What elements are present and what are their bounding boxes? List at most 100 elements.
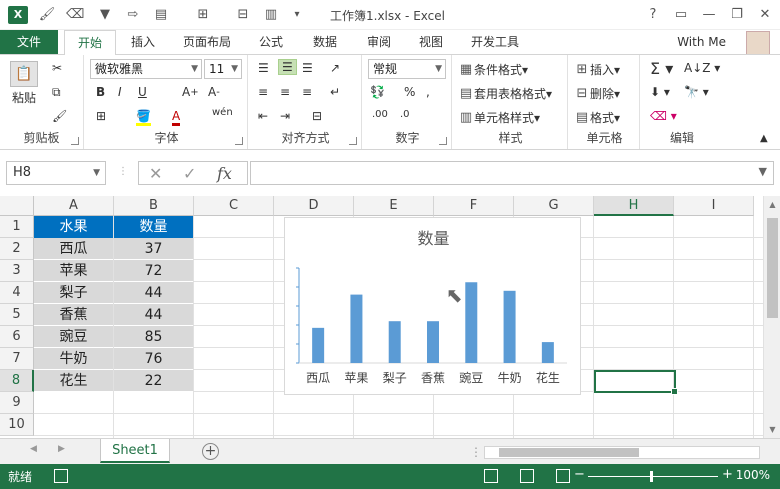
align-middle-icon[interactable]: ☰ xyxy=(278,59,297,75)
eraser-icon[interactable]: ⌫ xyxy=(66,6,84,24)
add-sheet-button[interactable]: + xyxy=(202,443,219,460)
copy-icon[interactable]: ⧉ xyxy=(52,85,61,100)
table-cell[interactable]: 西瓜 xyxy=(34,238,113,260)
worksheet-grid[interactable]: ABCDEFGHI 1 2 3 4 5 6 7 8 9 10 水果 数量 西瓜 37 苹果 72 梨子 44 香蕉… xyxy=(0,196,780,438)
tab-view[interactable]: 视图 xyxy=(408,30,454,54)
row-header-10[interactable]: 10 xyxy=(0,414,34,436)
column-header-d[interactable]: D xyxy=(274,196,354,216)
minimize-icon[interactable]: — xyxy=(696,5,722,25)
accounting-icon[interactable]: 💱 xyxy=(370,85,385,99)
column-header-i[interactable]: I xyxy=(674,196,754,216)
underline-button[interactable]: U xyxy=(138,85,147,99)
table-cell[interactable]: 44 xyxy=(114,282,193,304)
cell-style-button[interactable]: ▥ 单元格样式 ▾ xyxy=(458,109,540,126)
tab-review[interactable]: 审阅 xyxy=(356,30,402,54)
filter-icon[interactable]: ▼ xyxy=(96,6,114,24)
table-cell[interactable]: 花生 xyxy=(34,370,113,392)
align-top-icon[interactable]: ☰ xyxy=(258,61,269,75)
page-layout-view-icon[interactable] xyxy=(520,469,534,483)
avatar[interactable] xyxy=(746,31,770,55)
table-cell[interactable]: 牛奶 xyxy=(34,348,113,370)
align-center-icon[interactable]: ≡ xyxy=(280,85,290,99)
fill-color-icon[interactable]: 🪣 xyxy=(136,109,151,126)
name-box[interactable]: H8 ▼ xyxy=(6,161,106,185)
merge-center-icon[interactable]: ⊟ xyxy=(312,109,322,123)
layout-icon[interactable]: ▥ xyxy=(262,6,280,24)
resize-handle-icon[interactable]: ⋮ xyxy=(118,166,128,177)
increase-decimal-icon[interactable]: .00 xyxy=(372,109,388,120)
table-cell[interactable]: 85 xyxy=(114,326,193,348)
scroll-down-icon[interactable]: ▼ xyxy=(764,425,780,434)
insert-function-icon[interactable]: fx xyxy=(217,164,232,183)
expand-formula-icon[interactable]: ▼ xyxy=(759,165,767,178)
zoom-in-icon[interactable]: + xyxy=(722,467,733,482)
alignment-launcher-icon[interactable] xyxy=(349,137,357,145)
vertical-scroll-thumb[interactable] xyxy=(767,218,778,318)
vertical-scrollbar[interactable]: ▲ ▼ xyxy=(763,196,780,438)
paste-special-icon[interactable]: ▤ xyxy=(152,6,170,24)
row-header-1[interactable]: 1 xyxy=(0,216,34,238)
column-header-a[interactable]: A xyxy=(34,196,114,216)
tab-file[interactable]: 文件 xyxy=(0,30,58,54)
header-cell[interactable]: 水果 xyxy=(34,216,113,238)
orientation-icon[interactable]: ↗ xyxy=(330,61,340,75)
border-icon[interactable]: ⊞ xyxy=(96,109,106,123)
bold-button[interactable]: B xyxy=(96,85,105,99)
column-header-f[interactable]: F xyxy=(434,196,514,216)
row-header-3[interactable]: 3 xyxy=(0,260,34,282)
help-icon[interactable]: ? xyxy=(640,5,666,25)
column-header-c[interactable]: C xyxy=(194,196,274,216)
tab-developer[interactable]: 开发工具 xyxy=(462,30,528,54)
sheet-tab-sheet1[interactable]: Sheet1 xyxy=(100,439,170,463)
borders-icon[interactable]: ⊞ xyxy=(194,6,212,24)
number-format-select[interactable]: 常规 ▼ xyxy=(368,59,446,79)
autosum-icon[interactable]: Σ ▾ xyxy=(650,59,673,78)
italic-button[interactable]: I xyxy=(118,85,122,99)
column-header-g[interactable]: G xyxy=(514,196,594,216)
conditional-format-button[interactable]: ▦ 条件格式 ▾ xyxy=(458,61,528,78)
decrease-indent-icon[interactable]: ⇤ xyxy=(258,109,268,123)
scroll-up-icon[interactable]: ▲ xyxy=(764,200,780,209)
paste-button[interactable]: 📋 粘贴 xyxy=(10,61,38,106)
row-header-6[interactable]: 6 xyxy=(0,326,34,348)
table-cell[interactable]: 44 xyxy=(114,304,193,326)
tab-split-icon[interactable]: ⋮ xyxy=(470,445,482,459)
table-cell[interactable]: 72 xyxy=(114,260,193,282)
table-cell[interactable]: 22 xyxy=(114,370,193,392)
insert-cells-button[interactable]: ⊞ 插入 ▾ xyxy=(574,61,621,78)
zoom-slider-track[interactable] xyxy=(588,476,718,477)
row-header-2[interactable]: 2 xyxy=(0,238,34,260)
delete-cells-button[interactable]: ⊟ 删除 ▾ xyxy=(574,85,621,102)
table-cell[interactable]: 37 xyxy=(114,238,193,260)
table-cell[interactable]: 豌豆 xyxy=(34,326,113,348)
customize-qat-icon[interactable]: ▾ xyxy=(288,6,306,24)
phonetic-icon[interactable]: wén xyxy=(212,107,233,118)
next-sheet-icon[interactable]: ▶ xyxy=(58,444,65,454)
table-cell[interactable]: 香蕉 xyxy=(34,304,113,326)
column-header-b[interactable]: B xyxy=(114,196,194,216)
tab-insert[interactable]: 插入 xyxy=(120,30,166,54)
column-header-e[interactable]: E xyxy=(354,196,434,216)
row-header-7[interactable]: 7 xyxy=(0,348,34,370)
format-painter-icon[interactable]: 🖌 xyxy=(38,6,56,24)
enter-icon[interactable]: ✓ xyxy=(183,164,196,183)
decrease-font-icon[interactable]: A- xyxy=(208,85,220,99)
close-icon[interactable]: ✕ xyxy=(752,5,778,25)
tab-data[interactable]: 数据 xyxy=(302,30,348,54)
ribbon-display-icon[interactable]: ▭ xyxy=(668,5,694,25)
tab-formulas[interactable]: 公式 xyxy=(248,30,294,54)
active-cell[interactable] xyxy=(594,370,678,395)
user-name[interactable]: With Me xyxy=(677,30,726,54)
font-launcher-icon[interactable] xyxy=(235,137,243,145)
formula-input[interactable]: ▼ xyxy=(250,161,774,185)
font-name-select[interactable]: 微软雅黑 ▼ xyxy=(90,59,202,79)
table-cell[interactable]: 苹果 xyxy=(34,260,113,282)
tab-page-layout[interactable]: 页面布局 xyxy=(176,30,238,54)
horizontal-scrollbar[interactable] xyxy=(484,446,760,459)
align-left-icon[interactable]: ≡ xyxy=(258,85,268,99)
percent-icon[interactable]: % xyxy=(404,85,415,99)
font-size-select[interactable]: 11 ▼ xyxy=(204,59,242,79)
row-header-4[interactable]: 4 xyxy=(0,282,34,304)
select-all[interactable] xyxy=(0,196,34,216)
increase-indent-icon[interactable]: ⇥ xyxy=(280,109,290,123)
